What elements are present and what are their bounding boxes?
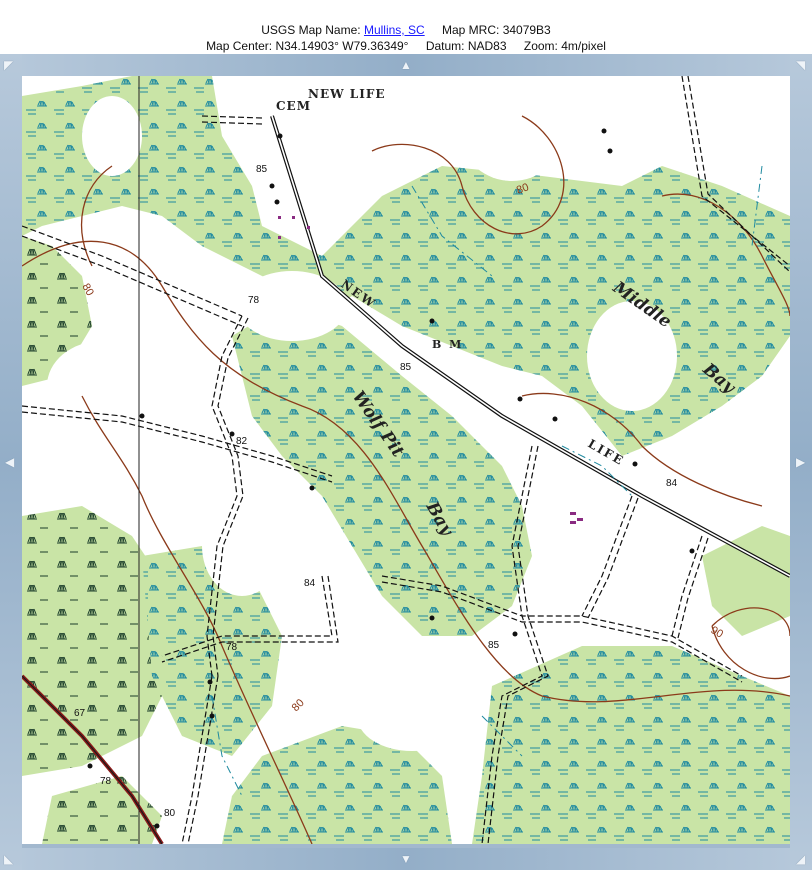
pan-southeast-icon[interactable]: ◢ bbox=[796, 853, 805, 865]
spot-elevation: 85 bbox=[488, 640, 500, 651]
datum-label: Datum: bbox=[425, 39, 465, 53]
benchmark-label: B M bbox=[432, 338, 463, 351]
pan-northwest-icon[interactable]: ◤ bbox=[4, 59, 13, 71]
zoom-label: Zoom: bbox=[523, 39, 558, 53]
cemetery-label-line1: NEW LIFE bbox=[308, 87, 386, 101]
pan-left-icon[interactable]: ◀ bbox=[5, 456, 14, 468]
zoom-value: 4m/pixel bbox=[561, 39, 606, 53]
spot-elevation: 84 bbox=[304, 578, 316, 589]
map-center-label: Map Center: bbox=[206, 39, 273, 53]
datum-value: NAD83 bbox=[467, 39, 507, 53]
map-center-value: N34.14903° W79.36349° bbox=[275, 39, 409, 53]
map-name-row: USGS Map Name: Mullins, SC Map MRC: 3407… bbox=[0, 22, 812, 38]
spot-elevation: 82 bbox=[236, 436, 248, 447]
map-info-header: USGS Map Name: Mullins, SC Map MRC: 3407… bbox=[0, 0, 812, 54]
pan-right-icon[interactable]: ▶ bbox=[796, 456, 805, 468]
topo-map-viewport[interactable]: NEW LIFE CEM NEW LIFE B M Middle Bay Wol… bbox=[22, 76, 790, 844]
map-center-row: Map Center: N34.14903° W79.36349° Datum:… bbox=[0, 38, 812, 54]
spot-elevation: 80 bbox=[164, 808, 176, 819]
map-mrc-value: 34079B3 bbox=[502, 23, 551, 37]
pan-down-icon[interactable]: ▼ bbox=[400, 853, 412, 865]
spot-elevation: 85 bbox=[400, 362, 412, 373]
spot-elevation: 78 bbox=[100, 776, 112, 787]
map-name-link[interactable]: Mullins, SC bbox=[364, 23, 425, 37]
spot-elevation: 84 bbox=[666, 478, 678, 489]
cemetery-label-line2: CEM bbox=[276, 99, 311, 113]
pan-northeast-icon[interactable]: ◥ bbox=[796, 59, 805, 71]
spot-elevation: 67 bbox=[74, 708, 86, 719]
map-mrc-label: Map MRC: bbox=[442, 23, 500, 37]
spot-elevation: 85 bbox=[256, 164, 268, 175]
pan-southwest-icon[interactable]: ◣ bbox=[4, 853, 13, 865]
pan-up-icon[interactable]: ▲ bbox=[400, 59, 412, 71]
topo-map[interactable]: NEW LIFE CEM NEW LIFE B M Middle Bay Wol… bbox=[22, 76, 790, 844]
map-name-label: USGS Map Name: bbox=[261, 23, 361, 37]
spot-elevation: 78 bbox=[226, 642, 238, 653]
spot-elevation: 78 bbox=[248, 295, 260, 306]
